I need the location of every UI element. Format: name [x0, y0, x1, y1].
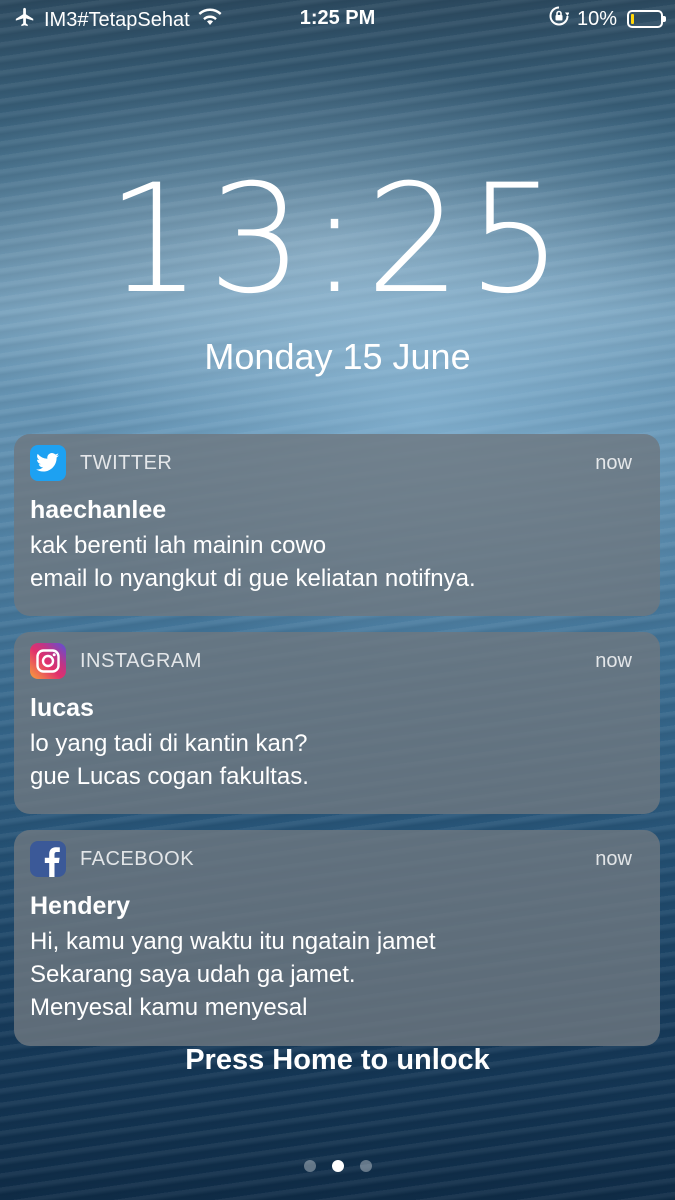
notification-title: Hendery: [30, 892, 131, 920]
notification-line: Menyesal kamu menyesal: [30, 994, 308, 1021]
facebook-icon: [30, 841, 66, 877]
notification-title: lucas: [30, 694, 94, 722]
unlock-hint: Press Home to unlock: [185, 1044, 490, 1076]
notification-header: FACEBOOK now: [30, 830, 644, 888]
notification-facebook[interactable]: FACEBOOK now Hendery Hi, kamu yang waktu…: [14, 830, 660, 1046]
notification-body: Hi, kamu yang waktu itu ngatain jamet Se…: [30, 925, 644, 1024]
orientation-lock-icon: [549, 6, 570, 32]
page-dot[interactable]: [331, 1160, 344, 1172]
page-indicator[interactable]: [0, 1160, 675, 1172]
instagram-icon: [30, 643, 66, 679]
status-bar-right: 10%: [549, 6, 666, 32]
lock-date: Monday 15 June: [204, 336, 471, 377]
notification-time: now: [595, 452, 632, 474]
notification-app-name: INSTAGRAM: [80, 649, 202, 672]
lock-screen: IM3#TetapSehat 1:25 PM 10% 13:25 Monday …: [0, 0, 675, 1200]
notification-body: kak berenti lah mainin cowo email lo nya…: [30, 529, 644, 595]
notification-instagram[interactable]: INSTAGRAM now lucas lo yang tadi di kant…: [14, 632, 660, 814]
notification-twitter[interactable]: TWITTER now haechanlee kak berenti lah m…: [14, 434, 660, 616]
notification-time: now: [595, 848, 632, 870]
battery-icon: [627, 10, 666, 28]
notification-line: Sekarang saya udah ga jamet.: [30, 961, 356, 988]
status-bar: IM3#TetapSehat 1:25 PM 10%: [0, 0, 675, 38]
page-dot[interactable]: [303, 1160, 316, 1172]
notification-app-name: FACEBOOK: [80, 847, 195, 870]
notification-header: TWITTER now: [30, 434, 644, 492]
notification-app-name: TWITTER: [80, 451, 173, 474]
notification-line: kak berenti lah mainin cowo: [30, 532, 327, 559]
twitter-icon: [30, 445, 66, 481]
notification-header: INSTAGRAM now: [30, 632, 644, 690]
battery-level: [631, 14, 634, 24]
notification-time: now: [595, 650, 632, 672]
notification-line: Hi, kamu yang waktu itu ngatain jamet: [30, 928, 436, 955]
notification-line: lo yang tadi di kantin kan?: [30, 730, 308, 757]
battery-percent: 10%: [576, 7, 617, 30]
lock-clock: 13:25: [106, 153, 569, 327]
notification-body: lo yang tadi di kantin kan? gue Lucas co…: [30, 727, 644, 793]
page-dot[interactable]: [359, 1160, 372, 1172]
notification-line: email lo nyangkut di gue keliatan notifn…: [30, 565, 476, 592]
notification-title: haechanlee: [30, 496, 167, 524]
notification-line: gue Lucas cogan fakultas.: [30, 763, 309, 790]
